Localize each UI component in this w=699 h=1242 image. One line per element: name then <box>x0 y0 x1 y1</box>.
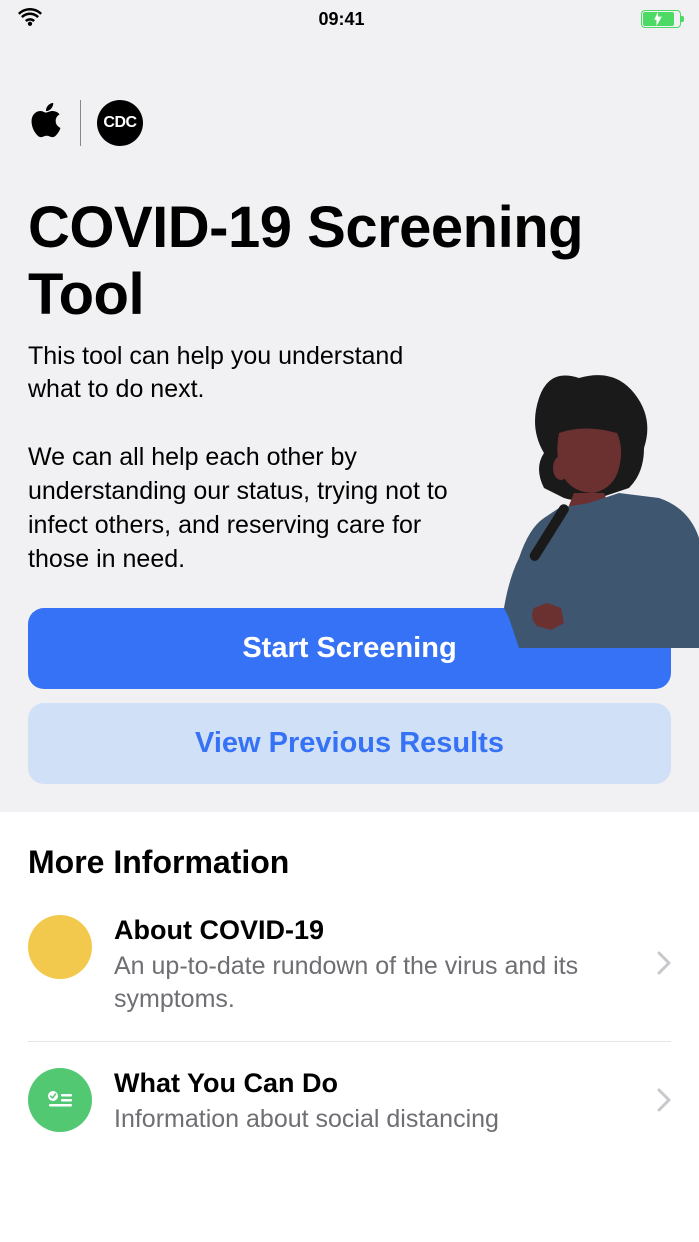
info-item-description: Information about social distancing <box>114 1103 635 1136</box>
checklist-icon <box>28 1068 92 1132</box>
more-info-section: More Information About COVID-19 An up-to… <box>0 812 699 1168</box>
hero-section: CDC COVID-19 Screening Tool This tool ca… <box>0 38 699 812</box>
cdc-logo-icon: CDC <box>97 100 143 146</box>
info-item-about-covid[interactable]: About COVID-19 An up-to-date rundown of … <box>28 915 671 1042</box>
chevron-right-icon <box>657 951 671 980</box>
logo-row: CDC <box>28 98 671 147</box>
subtitle: This tool can help you understand what t… <box>28 340 448 405</box>
view-previous-results-button[interactable]: View Previous Results <box>28 703 671 784</box>
status-left <box>18 8 42 31</box>
info-item-what-you-can-do[interactable]: What You Can Do Information about social… <box>28 1068 671 1136</box>
wifi-icon <box>18 8 42 31</box>
status-time: 09:41 <box>318 9 364 30</box>
info-content: About COVID-19 An up-to-date rundown of … <box>114 915 635 1015</box>
info-item-description: An up-to-date rundown of the virus and i… <box>114 950 635 1015</box>
info-item-title: What You Can Do <box>114 1068 635 1099</box>
info-item-title: About COVID-19 <box>114 915 635 946</box>
virus-icon <box>28 915 92 979</box>
apple-logo-icon <box>28 98 64 147</box>
status-bar: 09:41 <box>0 0 699 38</box>
battery-icon <box>641 10 681 28</box>
logo-divider <box>80 100 81 146</box>
page-title: COVID-19 Screening Tool <box>28 195 671 328</box>
person-phone-illustration <box>489 358 699 648</box>
description: We can all help each other by understand… <box>28 441 448 576</box>
status-right <box>641 10 681 28</box>
info-content: What You Can Do Information about social… <box>114 1068 635 1136</box>
section-title: More Information <box>28 844 671 881</box>
chevron-right-icon <box>657 1088 671 1117</box>
